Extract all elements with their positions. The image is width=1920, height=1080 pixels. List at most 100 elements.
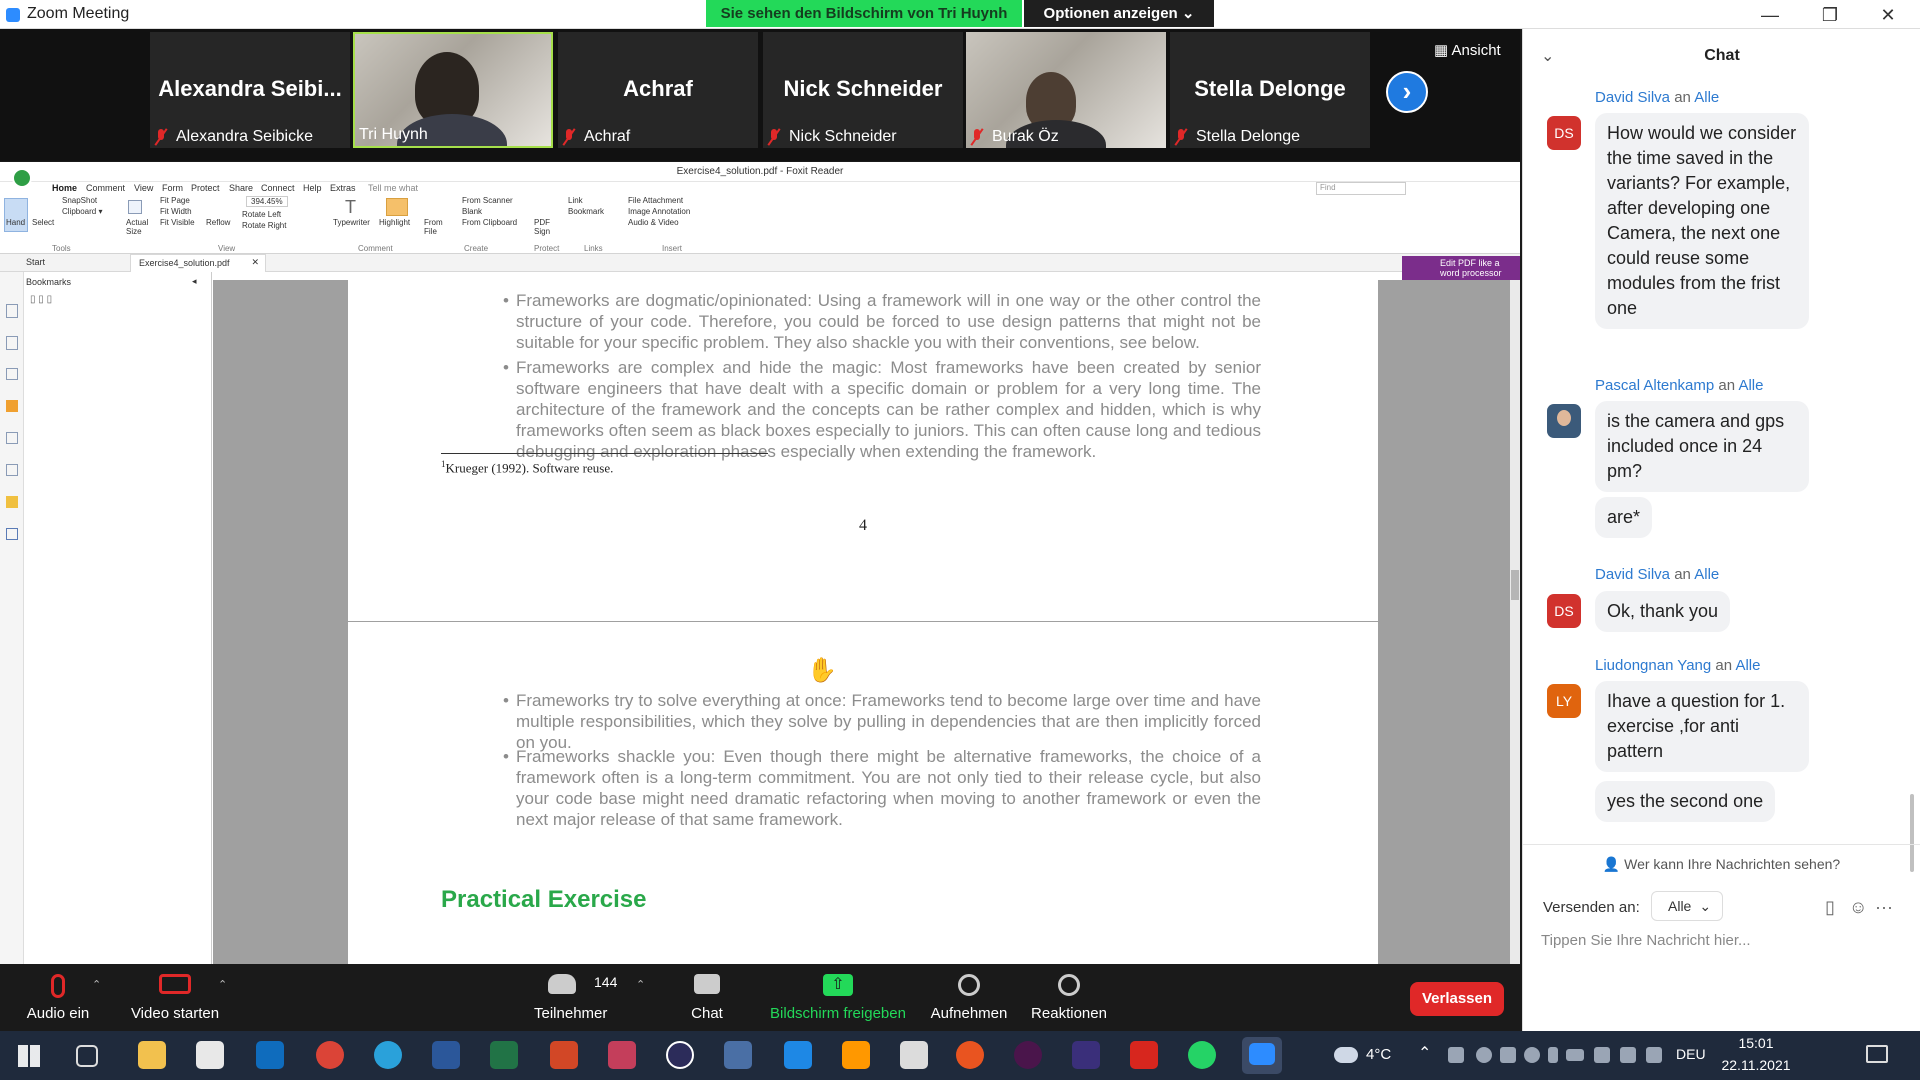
close-tab-icon[interactable]: ✕ [251, 257, 259, 268]
send-to-dropdown[interactable]: Alle ⌄ [1651, 891, 1723, 921]
onedrive-tray-icon[interactable] [1500, 1047, 1516, 1063]
participants-button[interactable]: 144 Teilnehmer [528, 964, 624, 1031]
task-view-icon[interactable] [76, 1045, 98, 1067]
input-language[interactable]: DEU [1676, 1046, 1706, 1062]
share-screen-button[interactable]: ⇧ Bildschirm freigeben [766, 964, 910, 1031]
wifi-icon[interactable] [1594, 1047, 1610, 1063]
clipboard-tool[interactable]: Clipboard ▾ [62, 207, 102, 216]
notification-icon[interactable] [1866, 1045, 1888, 1063]
participant-tile[interactable]: Stella Delonge Stella Delonge [1170, 32, 1370, 148]
audio-options-chevron-icon[interactable]: ⌃ [92, 978, 101, 991]
view-options-button[interactable]: Optionen anzeigen ⌄ [1024, 0, 1214, 27]
reflow-button[interactable]: Reflow [206, 218, 230, 227]
select-tool[interactable]: Select [32, 218, 54, 227]
rotate-right-button[interactable]: Rotate Right [242, 221, 286, 230]
menu-extras[interactable]: Extras [330, 183, 356, 193]
layers-panel-icon[interactable] [6, 368, 18, 380]
fit-width-button[interactable]: Fit Width [160, 207, 192, 216]
recipient[interactable]: Alle [1735, 657, 1760, 674]
excel-icon[interactable] [490, 1041, 518, 1069]
image-annotation-button[interactable]: Image Annotation [628, 207, 690, 216]
pdf-sign-button[interactable]: PDF Sign [534, 218, 556, 236]
menu-comment[interactable]: Comment [86, 183, 125, 193]
pages-panel-icon[interactable] [6, 336, 18, 350]
sublime-icon[interactable] [842, 1041, 870, 1069]
attachments-panel-icon[interactable] [6, 432, 18, 444]
bluetooth-icon[interactable] [1548, 1047, 1558, 1063]
store-icon[interactable] [196, 1041, 224, 1069]
telegram-tray-icon[interactable] [1524, 1047, 1540, 1063]
lock-app-icon[interactable] [666, 1041, 694, 1069]
chat-button[interactable]: Chat [672, 964, 742, 1031]
file-attachment-button[interactable]: File Attachment [628, 196, 683, 205]
link-button[interactable]: Link [568, 196, 583, 205]
participant-tile-video[interactable]: Burak Öz [966, 32, 1166, 148]
volume-icon[interactable] [1620, 1047, 1636, 1063]
menu-home[interactable]: Home [52, 183, 77, 193]
participant-tile[interactable]: Nick Schneider Nick Schneider [763, 32, 963, 148]
menu-connect[interactable]: Connect [261, 183, 295, 193]
menu-share[interactable]: Share [229, 183, 253, 193]
sign-panel-icon[interactable] [6, 528, 18, 540]
participants-options-chevron-icon[interactable]: ⌃ [636, 978, 645, 991]
security-panel-icon[interactable] [6, 496, 18, 508]
audio-button[interactable]: Audio ein [18, 964, 98, 1031]
pdf-scrollbar[interactable] [1510, 280, 1520, 964]
rotate-left-button[interactable]: Rotate Left [242, 210, 281, 219]
clock-time[interactable]: 15:01 [1726, 1035, 1786, 1051]
more-icon[interactable]: ··· [1875, 897, 1893, 918]
snapshot-tool[interactable]: SnapShot [62, 196, 97, 205]
pen-icon[interactable] [1646, 1047, 1662, 1063]
pdf-canvas[interactable]: • Frameworks are dogmatic/opinionated: Us… [213, 280, 1510, 964]
acrobat-icon[interactable] [1130, 1041, 1158, 1069]
comments-panel-icon[interactable] [6, 400, 18, 412]
view-button[interactable]: ▦ Ansicht [1434, 41, 1501, 59]
todo-icon[interactable] [784, 1041, 812, 1069]
tab-exercise-pdf[interactable]: Exercise4_solution.pdf ✕ [130, 254, 266, 272]
minimize-button[interactable]: — [1748, 2, 1792, 28]
chat-message-input[interactable] [1541, 925, 1901, 955]
chat-scrollbar[interactable] [1909, 74, 1915, 879]
battery-icon[interactable] [1566, 1049, 1584, 1061]
word-icon[interactable] [432, 1041, 460, 1069]
show-hidden-icons-icon[interactable]: ⌃ [1418, 1043, 1431, 1063]
close-button[interactable]: ✕ [1866, 2, 1910, 28]
calculator-icon[interactable] [724, 1041, 752, 1069]
chrome-icon[interactable] [316, 1041, 344, 1069]
menu-protect[interactable]: Protect [191, 183, 220, 193]
video-button[interactable]: Video starten [124, 964, 226, 1031]
paint-icon[interactable] [608, 1041, 636, 1069]
menu-tell-me[interactable]: Tell me what [368, 183, 418, 193]
bookmark-button[interactable]: Bookmark [568, 207, 604, 216]
recipient[interactable]: Alle [1694, 566, 1719, 583]
powerpoint-icon[interactable] [550, 1041, 578, 1069]
fit-visible-button[interactable]: Fit Visible [160, 218, 195, 227]
collapse-panel-icon[interactable]: ◂ [192, 276, 197, 287]
outlook-icon[interactable] [256, 1041, 284, 1069]
file-icon[interactable]: ▯ [1825, 897, 1835, 918]
temperature[interactable]: 4°C [1366, 1046, 1391, 1063]
edit-pdf-banner[interactable]: Edit PDF like a word processor [1402, 256, 1520, 280]
menu-form[interactable]: Form [162, 183, 183, 193]
actual-size-button[interactable]: Actual Size [126, 218, 148, 236]
weather-icon[interactable] [1334, 1047, 1358, 1063]
from-clipboard-button[interactable]: From Clipboard [462, 218, 517, 227]
tab-start[interactable]: Start [26, 257, 45, 267]
windows-start-icon[interactable] [18, 1045, 40, 1067]
participant-tile[interactable]: Alexandra Seibi... Alexandra Seibicke [150, 32, 350, 148]
fit-page-button[interactable]: Fit Page [160, 196, 190, 205]
telegram-icon[interactable] [374, 1041, 402, 1069]
visual-studio-icon[interactable] [1072, 1041, 1100, 1069]
from-file-button[interactable]: From File [424, 218, 448, 236]
who-can-see-link[interactable]: 👤 Wer kann Ihre Nachrichten sehen? [1523, 856, 1920, 873]
chrome-tray-icon[interactable] [1476, 1047, 1492, 1063]
participant-tile-video[interactable]: Tri Huynh [353, 32, 553, 148]
tools-icon[interactable] [900, 1041, 928, 1069]
participant-tile[interactable]: Achraf Achraf [558, 32, 758, 148]
leave-button[interactable]: Verlassen [1410, 982, 1504, 1016]
whatsapp-icon[interactable] [1188, 1041, 1216, 1069]
recipient[interactable]: Alle [1694, 89, 1719, 106]
next-page-arrow-icon[interactable]: › [1386, 71, 1428, 113]
menu-view[interactable]: View [134, 183, 153, 193]
discord-tray-icon[interactable] [1448, 1047, 1464, 1063]
